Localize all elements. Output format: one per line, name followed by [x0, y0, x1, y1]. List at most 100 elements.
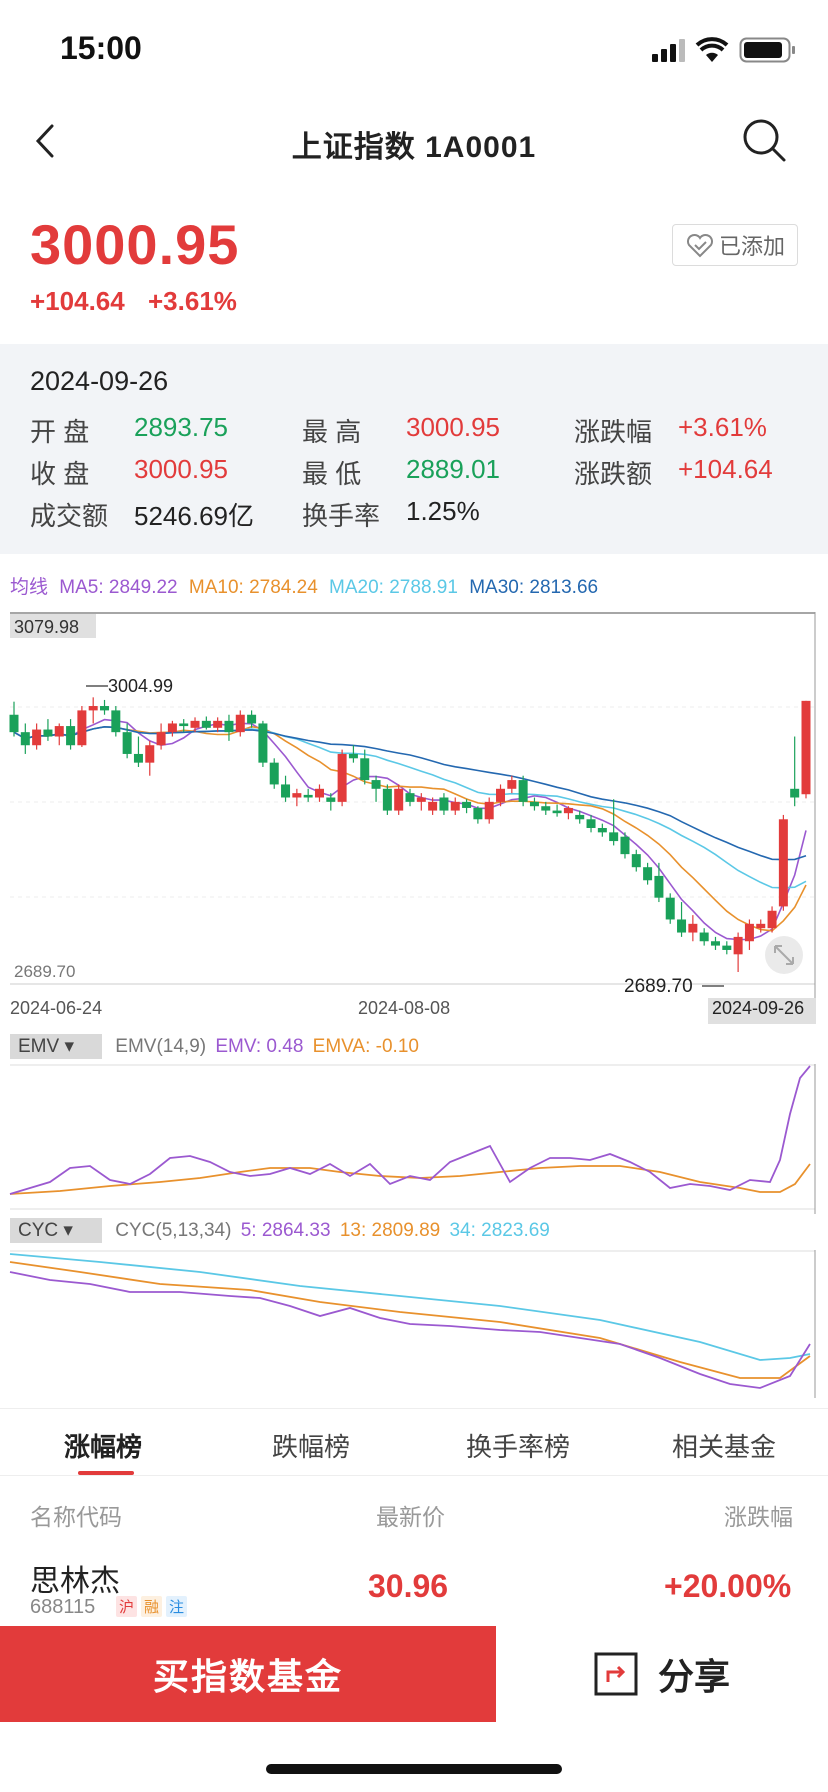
candle-body: [394, 788, 404, 811]
candle-body: [405, 793, 415, 802]
share-button[interactable]: 分享: [496, 1626, 828, 1722]
emv-chart: [9, 1064, 816, 1214]
quote-date: 2024-09-26: [30, 366, 169, 396]
emv-header: EMV ▾ EMV(14,9) EMV: 0.48 EMVA: -0.10: [10, 1034, 419, 1060]
candle-body: [360, 758, 370, 781]
candle-body: [631, 854, 641, 868]
candle-body: [710, 941, 720, 946]
x-mid-label: 2024-08-08: [358, 998, 451, 1018]
candle-body: [224, 720, 234, 733]
tab-losers[interactable]: 跌幅榜: [272, 1427, 350, 1464]
y-min-label: 2689.70: [14, 962, 75, 981]
candle-body: [258, 723, 268, 763]
tab-turnover[interactable]: 换手率榜: [466, 1427, 570, 1464]
pct-value: +3.61%: [678, 412, 767, 442]
amount-value: 5246.69亿: [134, 501, 254, 531]
candle-body: [575, 814, 585, 820]
candle-body: [529, 801, 539, 807]
active-tab-indicator: [78, 1471, 134, 1475]
ma5-value: MA5: 2849.22: [59, 577, 178, 598]
watchlist-added-label: 已添加: [718, 234, 785, 259]
share-icon: [594, 1652, 638, 1696]
emv-params: EMV(14,9): [115, 1036, 207, 1057]
ma-legend: 均线 MA5: 2849.22 MA10: 2784.24 MA20: 2788…: [10, 572, 598, 599]
cellular-signal-icon: [652, 39, 685, 62]
candle-body: [179, 723, 189, 727]
page-title: 上证指数 1A0001: [291, 131, 537, 164]
candle-body: [348, 753, 358, 759]
low-value: 2889.01: [406, 454, 500, 484]
candle-body: [382, 788, 392, 811]
ma10-line: [13, 725, 807, 932]
tab-related-funds[interactable]: 相关基金: [672, 1427, 776, 1464]
turnover-value: 1.25%: [406, 496, 480, 526]
candle-body: [507, 780, 517, 789]
amount-label: 成交额: [30, 501, 109, 531]
candle-body: [518, 780, 528, 802]
candle-body: [9, 714, 19, 733]
candle-body: [586, 819, 596, 828]
x-end-label: 2024-09-26: [712, 998, 805, 1018]
ma10-value: MA10: 2784.24: [188, 577, 318, 598]
candle-body: [699, 932, 709, 942]
cyc-selector[interactable]: CYC ▾: [10, 1218, 102, 1243]
candle-body: [167, 723, 177, 733]
candle-body: [416, 797, 426, 802]
candle-body: [66, 726, 76, 746]
buy-index-fund-label: 买指数基金: [152, 1656, 343, 1697]
col-name-label: 名称代码: [30, 1504, 122, 1530]
candle-body: [201, 720, 211, 728]
stock-name: 思林杰: [30, 1565, 120, 1598]
candle-body: [43, 729, 53, 737]
open-label: 开 盘: [30, 417, 90, 447]
cyc-params: CYC(5,13,34): [115, 1220, 232, 1241]
cyc-chart: [9, 1250, 816, 1398]
candle-body: [767, 910, 777, 929]
candle-body: [428, 801, 438, 811]
list-item[interactable]: 思林杰 688115 沪融注 30.96 +20.00%: [0, 1548, 828, 1628]
candle-body: [597, 827, 607, 833]
heart-check-icon: [686, 233, 713, 258]
candle-body: [281, 784, 291, 798]
y-max-label: 3079.98: [14, 617, 79, 637]
battery-icon: [739, 37, 795, 63]
wifi-icon: [695, 37, 729, 62]
candle-body: [326, 797, 336, 802]
col-price-label: 最新价: [376, 1504, 445, 1530]
current-price: 3000.95: [30, 213, 240, 276]
low-mark-label: 2689.70: [624, 976, 693, 997]
low-label: 最 低: [302, 459, 362, 489]
candle-body: [20, 732, 30, 746]
close-label: 收 盘: [30, 459, 90, 489]
candle-body: [484, 801, 494, 820]
candle-body: [190, 720, 200, 728]
badge-margin: 融: [141, 1596, 163, 1617]
candle-body: [111, 710, 121, 733]
candle-body: [314, 788, 324, 798]
cyc-header: CYC ▾ CYC(5,13,34) 5: 2864.33 13: 2809.8…: [10, 1218, 550, 1244]
candle-body: [235, 714, 245, 733]
buy-index-fund-button[interactable]: 买指数基金: [0, 1626, 496, 1722]
col-change-label: 涨跌幅: [724, 1504, 793, 1530]
ma30-value: MA30: 2813.66: [469, 577, 599, 598]
candle-body: [733, 936, 743, 955]
candle-body: [54, 726, 64, 737]
high-mark-label: 3004.99: [108, 676, 173, 696]
search-icon[interactable]: [740, 116, 788, 164]
candle-body: [677, 919, 687, 933]
open-value: 2893.75: [134, 412, 228, 442]
candle-body: [213, 720, 223, 728]
candle-body: [609, 832, 619, 842]
tab-gainers[interactable]: 涨幅榜: [64, 1427, 142, 1464]
status-bar: 15:00: [0, 0, 828, 96]
change-percent: +3.61%: [148, 286, 237, 316]
watchlist-added-button[interactable]: 已添加: [672, 224, 798, 266]
candle-body: [439, 797, 449, 811]
fullscreen-icon[interactable]: [765, 936, 803, 974]
kline-chart[interactable]: 3079.98 2689.70 3004.99 2689.70: [0, 612, 828, 1032]
emv-selector[interactable]: EMV ▾: [10, 1034, 102, 1059]
candle-body: [247, 714, 257, 724]
candle-body: [122, 732, 132, 754]
share-label: 分享: [657, 1656, 730, 1697]
candle-body: [133, 753, 143, 763]
